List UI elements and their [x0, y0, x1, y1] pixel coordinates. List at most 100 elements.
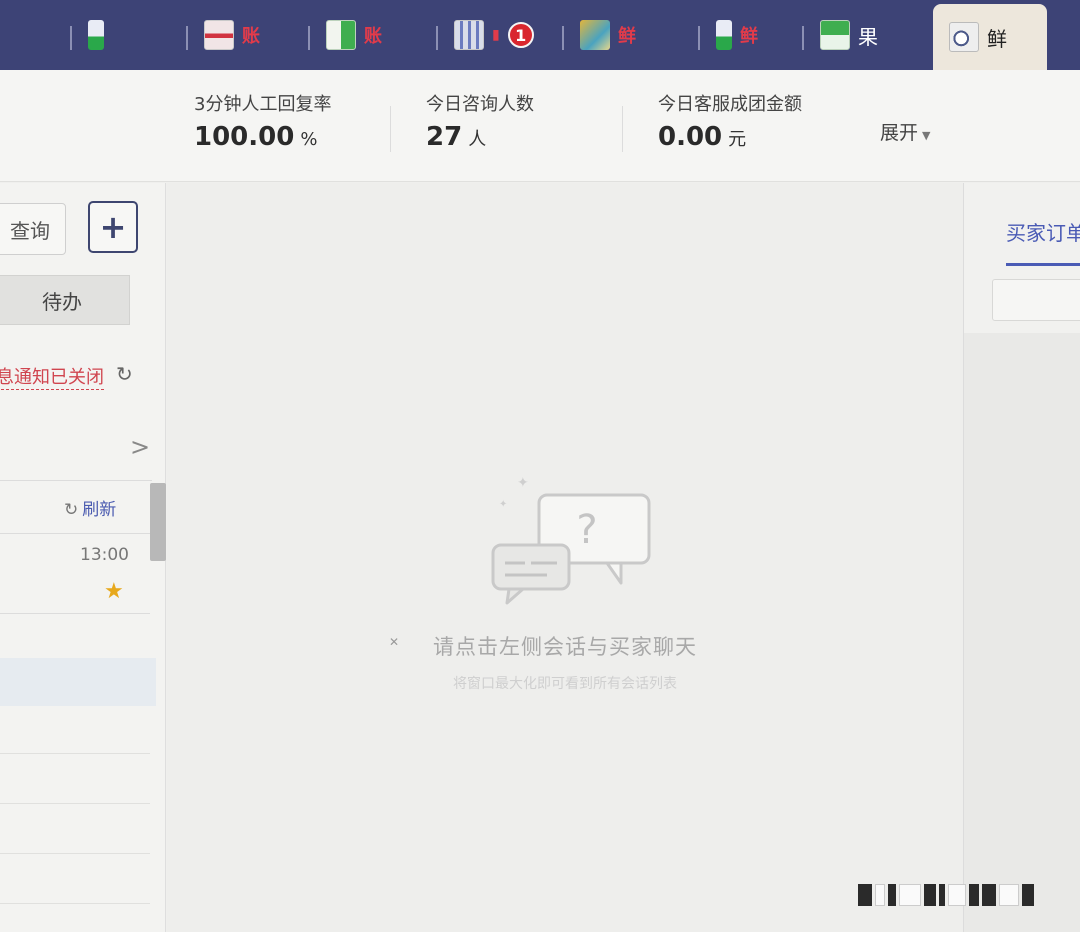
taskbar-item-6[interactable]: 鲜	[698, 4, 758, 66]
divider	[0, 803, 150, 804]
reply-rate-number: 100.00	[194, 122, 295, 152]
ticker-strip	[858, 878, 1058, 912]
customer-service-workbench: 账 账 ▮ 1 鲜 鲜 果 鲜 3分钟人工回复率 100.00 % 今日咨询人数…	[0, 0, 1080, 932]
ticker-bar	[924, 884, 936, 906]
chat-area: ? ✦ ✦ ✕ 请点击左侧会话与买家聊天 将窗口最大化即可看到所有会话列表	[167, 183, 963, 932]
bars-app-icon	[454, 20, 484, 50]
taskbar-item-1[interactable]	[70, 4, 104, 66]
taskbar-item-7[interactable]: 果	[802, 4, 878, 66]
chat-bubbles-icon: ? ✦ ✦	[491, 475, 651, 605]
phone-app-icon	[88, 20, 104, 50]
notification-status: 息通知已关闭 ↻	[0, 362, 140, 393]
notification-badge: 1	[507, 22, 534, 48]
amount-stat: 今日客服成团金额 0.00 元	[658, 90, 802, 152]
order-panel-body	[964, 333, 1080, 932]
taskbar-separator	[186, 26, 188, 50]
taskbar-separator	[802, 26, 804, 50]
consult-label: 今日咨询人数	[426, 94, 534, 115]
ticker-bar	[982, 884, 996, 906]
ticker-bar	[939, 884, 945, 906]
consult-stat: 今日咨询人数 27 人	[426, 90, 534, 152]
taskbar-item-label: 果	[858, 24, 878, 49]
phone-app-icon	[716, 20, 732, 50]
taskbar-item-mark: ▮	[492, 27, 500, 43]
caret-down-icon: ▼	[922, 129, 931, 142]
ticker-bar	[969, 884, 979, 906]
taskbar-item-4[interactable]: ▮ 1	[436, 4, 534, 66]
conversation-sidebar: 查询 + 待办 息通知已关闭 ↻ > ↻ 刷新 13:00 ★	[0, 183, 166, 932]
reply-rate-unit: %	[300, 129, 318, 150]
taskbar-separator	[436, 26, 438, 50]
consult-value: 27 人	[426, 122, 534, 152]
reply-rate-label: 3分钟人工回复率	[194, 94, 332, 115]
compass-app-icon	[949, 22, 979, 52]
taskbar-separator	[308, 26, 310, 50]
order-search-input[interactable]	[992, 279, 1080, 321]
taskbar-item-label: 鲜	[618, 26, 636, 47]
query-button[interactable]: 查询	[0, 203, 66, 255]
stat-divider	[622, 106, 623, 152]
reply-rate-stat: 3分钟人工回复率 100.00%	[194, 90, 331, 152]
empty-state-hint: 将窗口最大化即可看到所有会话列表	[453, 676, 677, 692]
ticker-bar	[948, 884, 966, 906]
tab-buyer-orders[interactable]: 买家订单	[1006, 217, 1080, 246]
taskbar-separator	[70, 26, 72, 50]
divider	[0, 480, 152, 481]
taskbar-item-label: 账	[242, 26, 260, 47]
refresh-icon: ↻	[64, 500, 79, 520]
empty-state-message: 请点击左侧会话与买家聊天	[433, 635, 697, 659]
list-item[interactable]	[0, 658, 156, 706]
taskbar-separator	[562, 26, 564, 50]
expand-button[interactable]: 展开 ▼	[880, 118, 930, 145]
taskbar-item-2[interactable]: 账	[186, 4, 260, 66]
ticker-bar	[858, 884, 872, 906]
ticker-bar	[875, 884, 885, 906]
amount-label: 今日客服成团金额	[658, 94, 802, 115]
amount-unit: 元	[728, 129, 747, 150]
add-button[interactable]: +	[88, 201, 138, 253]
taskbar-item-label: 鲜	[740, 26, 758, 47]
order-panel: 买家订单	[963, 183, 1080, 932]
reply-rate-value: 100.00%	[194, 122, 331, 152]
svg-text:✦: ✦	[499, 499, 507, 510]
grid-app-icon	[820, 20, 850, 50]
red-app-icon	[204, 20, 234, 50]
amount-number: 0.00	[658, 122, 723, 152]
amount-value: 0.00 元	[658, 122, 802, 152]
ticker-bar	[1022, 884, 1034, 906]
divider	[0, 533, 150, 534]
ticker-bar	[899, 884, 921, 906]
taskbar-item-active[interactable]: 鲜	[933, 4, 1047, 70]
svg-text:✦: ✦	[517, 475, 529, 491]
divider	[0, 853, 150, 854]
ticker-bar	[999, 884, 1019, 906]
taskbar-item-label: 鲜	[987, 26, 1007, 51]
active-tab-indicator	[1006, 263, 1080, 266]
ticker-bar	[888, 884, 896, 906]
stats-header: 3分钟人工回复率 100.00% 今日咨询人数 27 人 今日客服成团金额 0.0…	[0, 70, 1080, 182]
star-icon[interactable]: ★	[104, 579, 124, 604]
conversation-time: 13:00	[80, 545, 129, 565]
stat-divider	[390, 106, 391, 152]
notification-off-link[interactable]: 息通知已关闭	[0, 363, 104, 390]
consult-unit: 人	[468, 129, 487, 150]
taskbar-item-5[interactable]: 鲜	[562, 4, 636, 66]
photo-app-icon	[580, 20, 610, 50]
divider	[0, 903, 150, 904]
taskbar-item-3[interactable]: 账	[308, 4, 382, 66]
refresh-label: 刷新	[82, 500, 117, 520]
taskbar-separator	[698, 26, 700, 50]
consult-number: 27	[426, 122, 463, 152]
refresh-button[interactable]: ↻ 刷新	[64, 495, 116, 520]
taskbar-item-label: 账	[364, 26, 382, 47]
taskbar: 账 账 ▮ 1 鲜 鲜 果 鲜	[0, 0, 1080, 70]
divider	[0, 753, 150, 754]
divider	[0, 613, 150, 614]
svg-text:?: ?	[576, 507, 597, 553]
scrollbar[interactable]	[150, 483, 166, 561]
expand-label: 展开	[880, 122, 919, 144]
tab-todo[interactable]: 待办	[0, 275, 130, 325]
refresh-icon[interactable]: ↻	[116, 362, 133, 386]
chevron-right-icon[interactable]: >	[130, 433, 150, 461]
green-app-icon	[326, 20, 356, 50]
